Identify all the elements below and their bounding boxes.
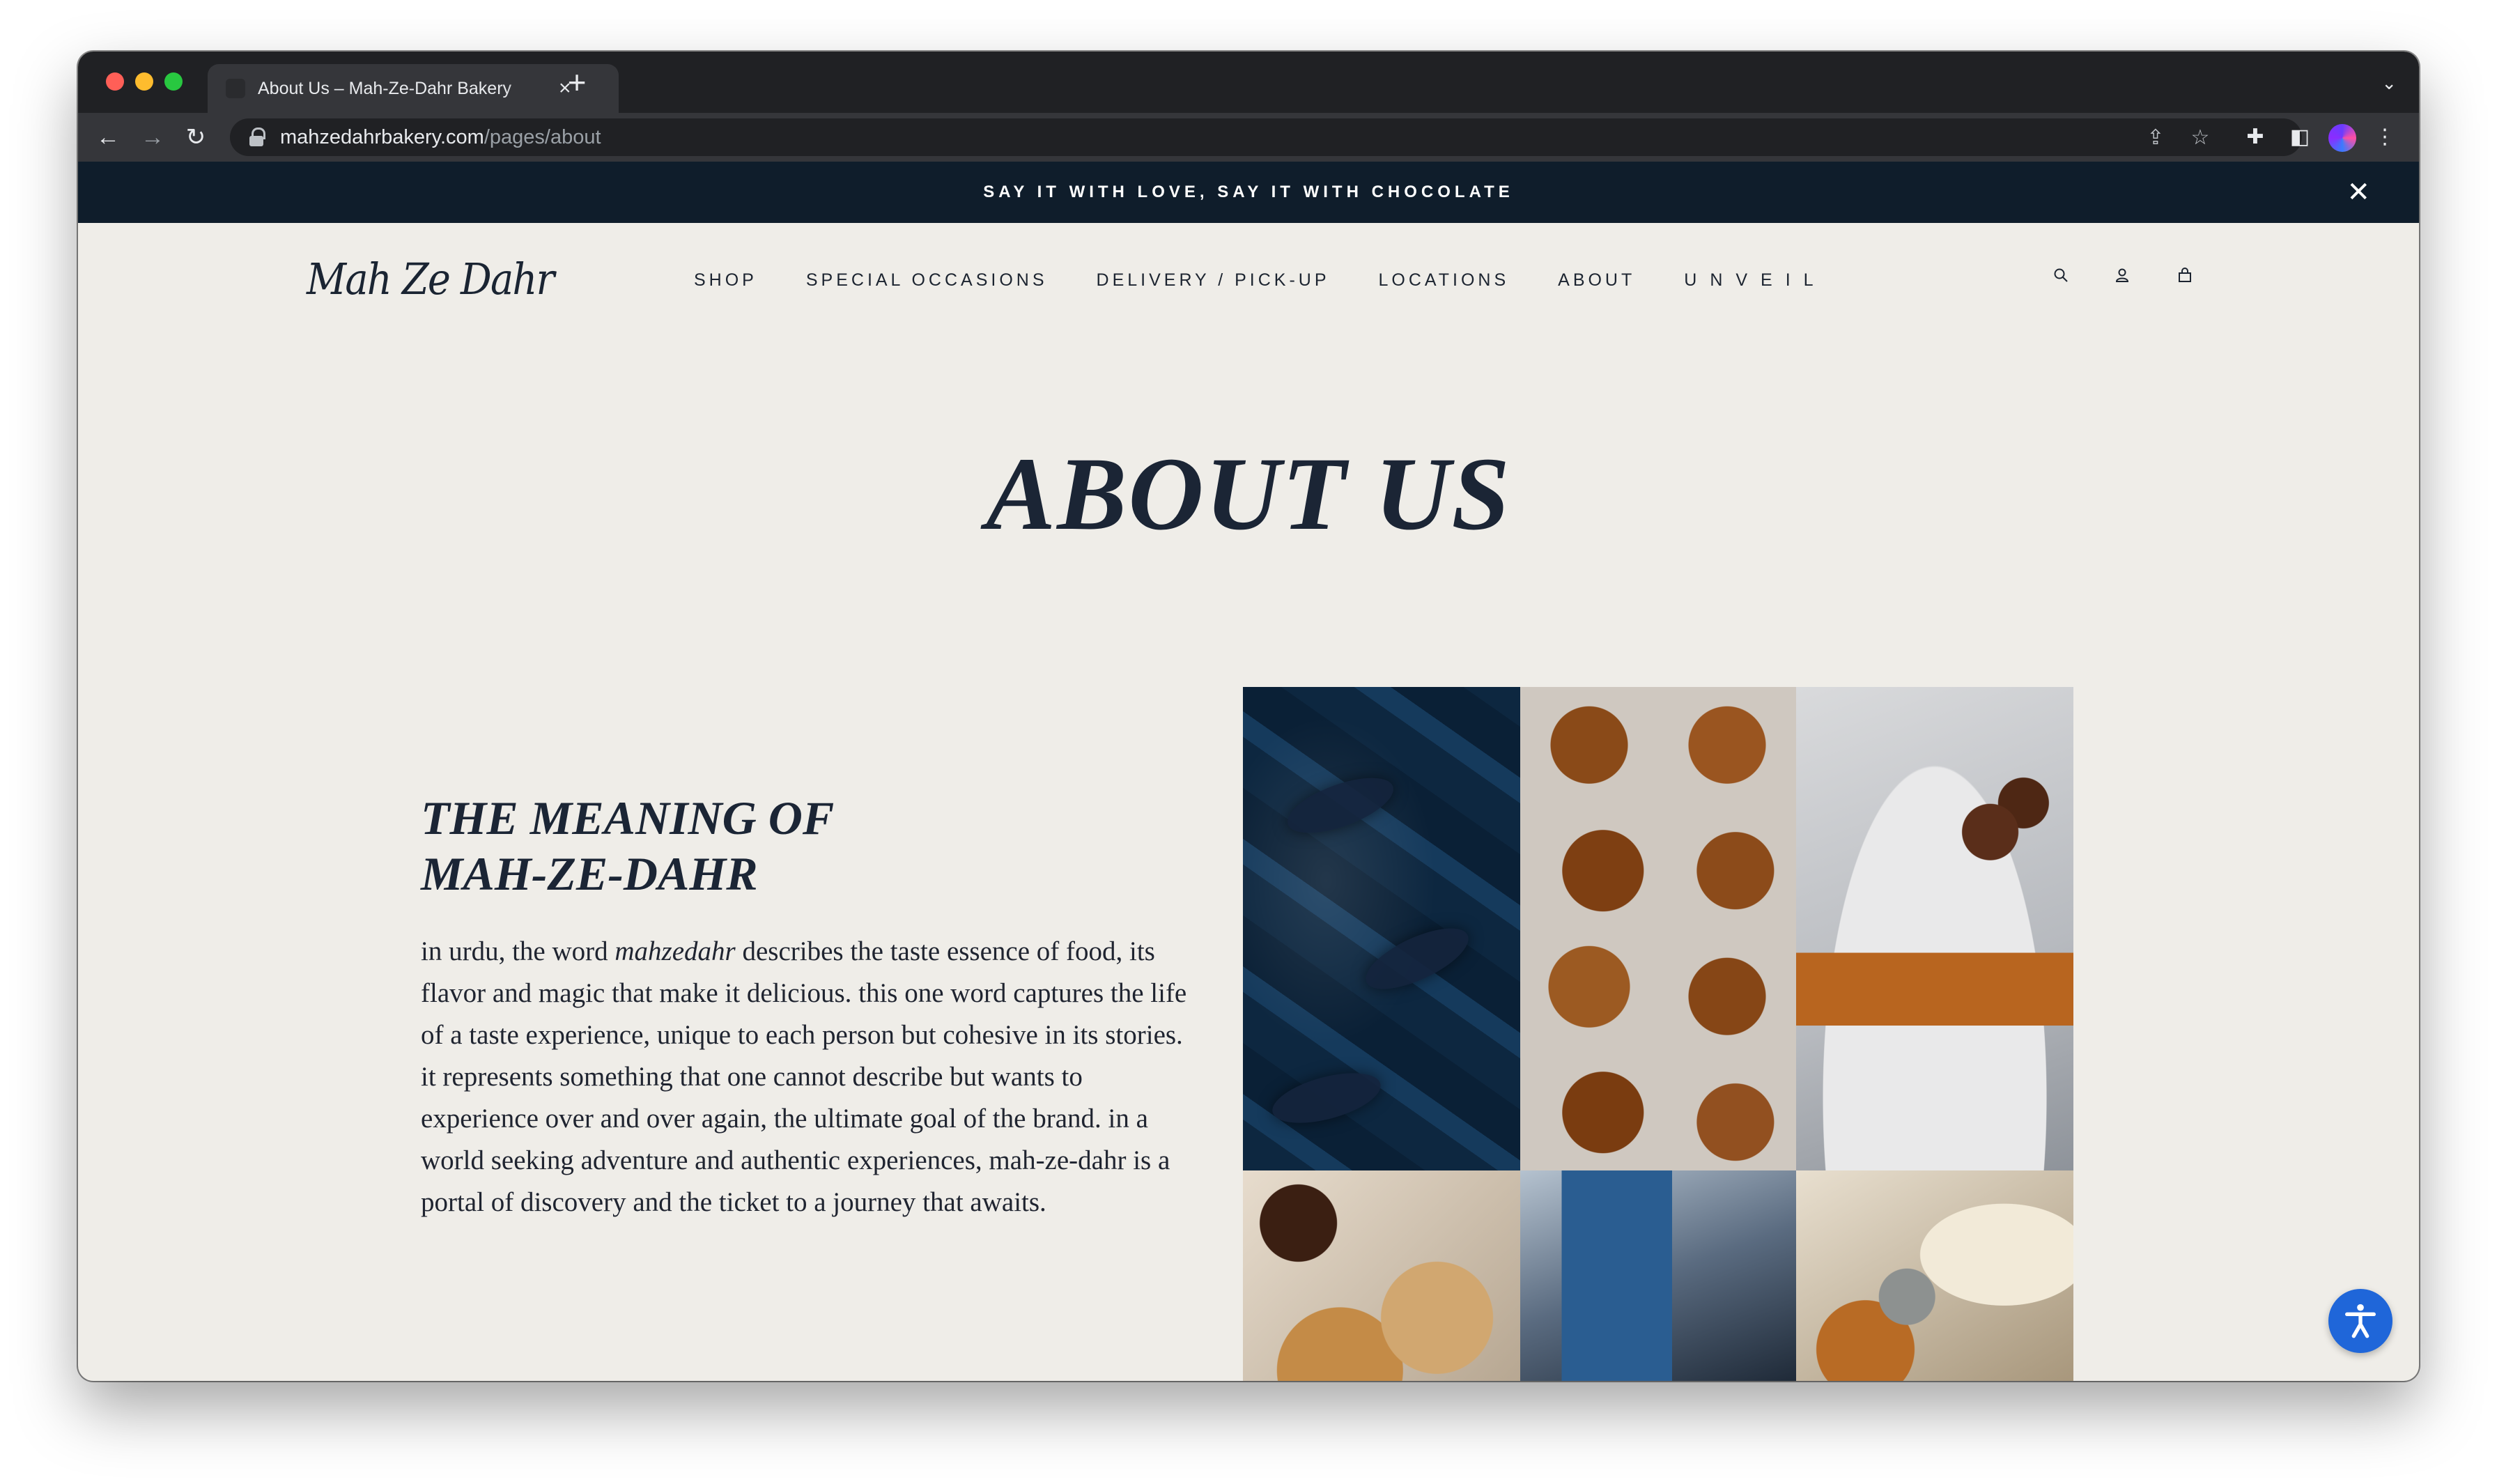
reload-icon[interactable]: ↻ xyxy=(180,121,212,153)
announcement-text: SAY IT WITH LOVE, SAY IT WITH CHOCOLATE xyxy=(983,183,1514,201)
favicon-icon xyxy=(226,79,245,98)
accessibility-icon xyxy=(2345,1304,2376,1338)
page-title: ABOUT US xyxy=(986,436,1511,552)
main-nav: SHOP SPECIAL OCCASIONS DELIVERY / PICK-U… xyxy=(694,270,1876,291)
browser-toolbar: ← → ↻ mahzedahrbakery.com/pages/about ⇪ … xyxy=(78,113,2419,162)
nav-item-locations[interactable]: LOCATIONS xyxy=(1379,270,1510,291)
body-text-start: in urdu, the word xyxy=(421,936,615,966)
close-window-button[interactable] xyxy=(106,72,124,91)
browser-window: About Us – Mah-Ze-Dahr Bakery × + ⌄ ← → … xyxy=(78,52,2419,1381)
gallery-image-pecan-pastries xyxy=(1520,687,1796,1170)
section-heading-line-2: MAH-ZE-DAHR xyxy=(421,847,758,900)
browser-tab-bar: About Us – Mah-Ze-Dahr Bakery × + ⌄ xyxy=(78,52,2419,113)
tab-title: About Us – Mah-Ze-Dahr Bakery xyxy=(258,78,512,98)
browser-tab-active[interactable]: About Us – Mah-Ze-Dahr Bakery × xyxy=(208,64,619,113)
nav-item-unveil[interactable]: UNVEIL xyxy=(1684,270,1826,291)
bookmark-star-icon[interactable]: ☆ xyxy=(2186,124,2214,152)
close-icon[interactable]: ✕ xyxy=(2347,178,2370,206)
url-host: mahzedahrbakery.com xyxy=(280,125,484,148)
site-header: Mah Ze Dahr SHOP SPECIAL OCCASIONS DELIV… xyxy=(78,223,2419,327)
nav-item-shop[interactable]: SHOP xyxy=(694,270,757,291)
shopping-bag-icon[interactable] xyxy=(2170,262,2200,293)
body-text-emphasis: mahzedahr xyxy=(614,936,736,966)
gallery-image-cake-and-pears xyxy=(1796,1170,2073,1381)
section-heading: THE MEANING OF MAH-ZE-DAHR xyxy=(421,790,978,902)
forward-arrow-icon[interactable]: → xyxy=(137,121,169,153)
back-arrow-icon[interactable]: ← xyxy=(92,121,124,153)
section-heading-line-1: THE MEANING OF xyxy=(421,791,835,844)
profile-avatar[interactable] xyxy=(2328,124,2356,152)
extensions-puzzle-icon[interactable]: ✚ xyxy=(2241,123,2270,152)
share-icon[interactable]: ⇪ xyxy=(2142,124,2170,152)
gallery-image-moodboard xyxy=(1520,1170,1796,1381)
chevron-down-icon[interactable]: ⌄ xyxy=(2381,72,2397,94)
maximize-window-button[interactable] xyxy=(164,72,183,91)
gallery-image-gift-boxes xyxy=(1243,687,1520,1170)
body-text-end: describes the taste essence of food, its… xyxy=(421,936,1187,1217)
gallery-image-muffins xyxy=(1243,1170,1520,1381)
announcement-bar: SAY IT WITH LOVE, SAY IT WITH CHOCOLATE … xyxy=(78,162,2419,223)
more-menu-icon[interactable]: ⋮ xyxy=(2370,123,2399,152)
search-icon[interactable] xyxy=(2046,262,2076,293)
address-bar[interactable]: mahzedahrbakery.com/pages/about ⇪ ☆ xyxy=(230,118,2302,156)
lock-icon[interactable] xyxy=(248,127,265,147)
photo-gallery xyxy=(1243,687,2073,1381)
nav-item-delivery-pickup[interactable]: DELIVERY / PICK-UP xyxy=(1097,270,1330,291)
url-path: /pages/about xyxy=(484,125,601,148)
account-icon[interactable] xyxy=(2107,262,2137,293)
nav-item-special-occasions[interactable]: SPECIAL OCCASIONS xyxy=(806,270,1048,291)
section-body: in urdu, the word mahzedahr describes th… xyxy=(421,931,1201,1223)
side-panel-icon[interactable]: ◧ xyxy=(2285,123,2314,152)
minimize-window-button[interactable] xyxy=(135,72,153,91)
brand-logo[interactable]: Mah Ze Dahr xyxy=(307,254,555,304)
new-tab-button[interactable]: + xyxy=(562,66,592,98)
accessibility-button[interactable] xyxy=(2328,1289,2392,1353)
gallery-image-dessert-platter xyxy=(1796,687,2073,1170)
nav-item-about[interactable]: ABOUT xyxy=(1558,270,1635,291)
